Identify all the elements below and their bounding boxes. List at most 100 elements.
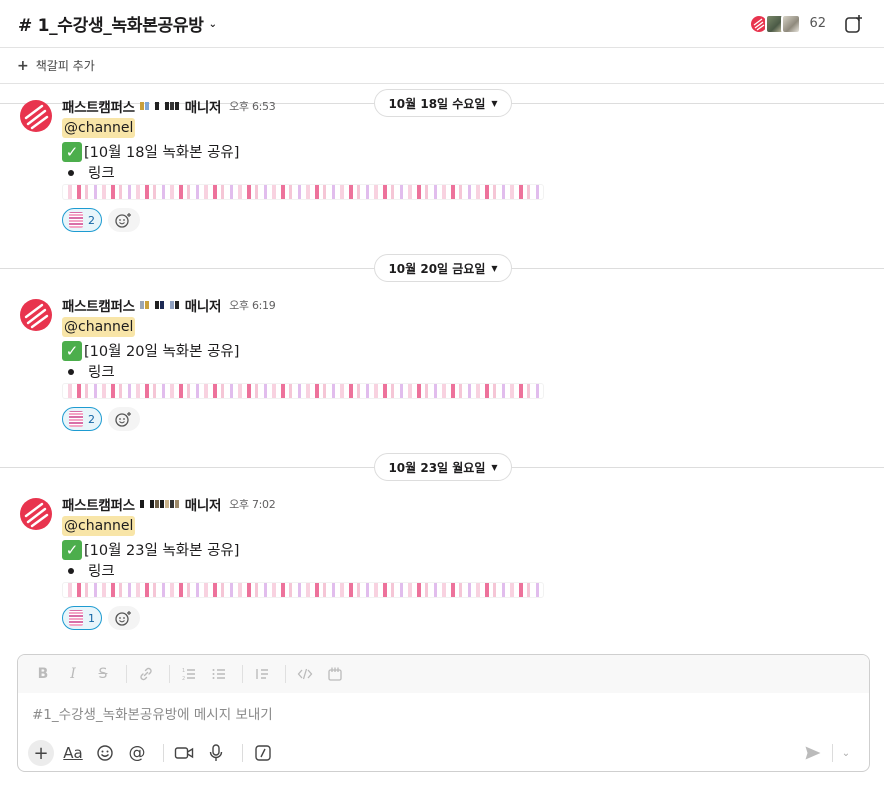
slash-command-icon[interactable] bbox=[250, 740, 276, 766]
sender-role: 매니저 bbox=[184, 498, 222, 514]
message-title: [10월 23일 녹화본 공유] bbox=[84, 543, 240, 559]
redacted-link[interactable] bbox=[62, 383, 544, 399]
member-count: 62 bbox=[809, 16, 826, 31]
bullet-dot bbox=[68, 368, 74, 375]
italic-icon[interactable]: I bbox=[60, 661, 86, 687]
new-canvas-icon bbox=[845, 14, 862, 33]
send-icon[interactable] bbox=[800, 740, 826, 766]
add-reaction-button[interactable] bbox=[108, 606, 140, 630]
check-mark-icon: ✓ bbox=[62, 539, 82, 560]
link-icon[interactable] bbox=[133, 661, 159, 687]
sender-role: 매니저 bbox=[184, 100, 222, 116]
sender-role: 매니저 bbox=[184, 299, 222, 315]
bulleted-list-icon[interactable] bbox=[206, 661, 232, 687]
avatar bbox=[781, 13, 802, 34]
toolbar-divider bbox=[242, 665, 243, 683]
message-input-placeholder: #1_수강생_녹화본공유방에 메시지 보내기 bbox=[32, 707, 273, 723]
toolbar-divider bbox=[126, 665, 127, 683]
date-label: 10월 20일 금요일 bbox=[388, 261, 486, 276]
blockquote-icon[interactable] bbox=[249, 661, 275, 687]
reaction-button[interactable]: 1 bbox=[62, 606, 102, 630]
toolbar-divider bbox=[169, 665, 170, 683]
video-icon[interactable] bbox=[171, 740, 197, 766]
redacted-name bbox=[139, 500, 180, 508]
add-reaction-button[interactable] bbox=[108, 208, 140, 232]
redacted-name bbox=[139, 102, 180, 110]
add-reaction-button[interactable] bbox=[108, 407, 140, 431]
date-jump-button[interactable]: 10월 23일 월요일 ▼ bbox=[374, 453, 512, 481]
channel-title: # 1_수강생_녹화본공유방 bbox=[18, 16, 204, 36]
reaction-count: 2 bbox=[88, 412, 95, 426]
svg-text:2: 2 bbox=[182, 676, 185, 682]
message-timestamp[interactable]: 오후 6:19 bbox=[229, 297, 276, 313]
add-emoji-icon bbox=[115, 412, 131, 427]
emoji-icon[interactable] bbox=[92, 740, 118, 766]
message-composer: B I S 12 #1_수강생_녹화본공유방에 메시지 보내기 + Aa @ ⌄ bbox=[17, 654, 870, 772]
plus-icon[interactable]: + bbox=[28, 740, 54, 766]
sender-avatar[interactable] bbox=[20, 299, 52, 331]
bullet-text: 링크 bbox=[88, 365, 115, 381]
sender-name[interactable]: 패스트캠퍼스 bbox=[62, 96, 135, 116]
sender-name[interactable]: 패스트캠퍼스 bbox=[62, 295, 135, 315]
message-title: [10월 20일 녹화본 공유] bbox=[84, 344, 240, 360]
message-input[interactable]: #1_수강생_녹화본공유방에 메시지 보내기 bbox=[18, 693, 869, 733]
toolbar-divider bbox=[832, 744, 833, 762]
mention-icon[interactable]: @ bbox=[124, 740, 150, 766]
date-jump-button[interactable]: 10월 20일 금요일 ▼ bbox=[374, 254, 512, 282]
toolbar-divider bbox=[242, 744, 243, 762]
redacted-name bbox=[139, 301, 180, 309]
composer-actions: + Aa @ ⌄ bbox=[18, 733, 869, 771]
custom-emoji-icon bbox=[69, 411, 83, 427]
channel-title-button[interactable]: # 1_수강생_녹화본공유방 ⌄ bbox=[18, 11, 217, 36]
reaction-count: 1 bbox=[88, 611, 95, 625]
sender-name[interactable]: 패스트캠퍼스 bbox=[62, 494, 135, 514]
reaction-button[interactable]: 2 bbox=[62, 407, 102, 431]
date-label: 10월 23일 월요일 bbox=[388, 460, 486, 475]
canvas-button[interactable] bbox=[842, 12, 866, 36]
reaction-count: 2 bbox=[88, 213, 95, 227]
chevron-down-icon: ▼ bbox=[491, 263, 498, 273]
microphone-icon[interactable] bbox=[203, 740, 229, 766]
member-avatars[interactable]: 62 bbox=[749, 13, 826, 34]
text-format-icon[interactable]: Aa bbox=[60, 740, 86, 766]
custom-emoji-icon bbox=[69, 212, 83, 228]
redacted-link[interactable] bbox=[62, 582, 544, 598]
code-block-icon[interactable] bbox=[322, 661, 348, 687]
channel-mention[interactable]: @channel bbox=[62, 516, 136, 536]
toolbar-divider bbox=[285, 665, 286, 683]
message-timestamp[interactable]: 오후 7:02 bbox=[229, 496, 276, 512]
channel-mention[interactable]: @channel bbox=[62, 317, 136, 337]
redacted-link[interactable] bbox=[62, 184, 544, 200]
formatting-toolbar: B I S 12 bbox=[18, 655, 869, 693]
schedule-send-chevron-icon[interactable]: ⌄ bbox=[839, 740, 853, 766]
chevron-down-icon: ▼ bbox=[491, 98, 498, 108]
message-timestamp[interactable]: 오후 6:53 bbox=[229, 98, 276, 114]
check-mark-icon: ✓ bbox=[62, 340, 82, 361]
reaction-button[interactable]: 2 bbox=[62, 208, 102, 232]
custom-emoji-icon bbox=[69, 610, 83, 626]
toolbar-divider bbox=[163, 744, 164, 762]
date-jump-button[interactable]: 10월 18일 수요일 ▼ bbox=[374, 89, 512, 117]
check-mark-icon: ✓ bbox=[62, 141, 82, 162]
plus-icon: + bbox=[17, 57, 29, 74]
code-icon[interactable] bbox=[292, 661, 318, 687]
strikethrough-icon[interactable]: S bbox=[90, 661, 116, 687]
channel-mention[interactable]: @channel bbox=[62, 118, 136, 138]
bullet-dot bbox=[68, 169, 74, 176]
bullet-text: 링크 bbox=[88, 166, 115, 182]
add-emoji-icon bbox=[115, 213, 131, 228]
bookmark-bar[interactable]: + 책갈피 추가 bbox=[0, 48, 884, 84]
chevron-down-icon: ⌄ bbox=[208, 19, 217, 30]
date-label: 10월 18일 수요일 bbox=[388, 96, 486, 111]
bullet-dot bbox=[68, 567, 74, 574]
sender-avatar[interactable] bbox=[20, 498, 52, 530]
bold-icon[interactable]: B bbox=[30, 661, 56, 687]
ordered-list-icon[interactable]: 12 bbox=[176, 661, 202, 687]
svg-text:1: 1 bbox=[182, 668, 185, 674]
add-bookmark-label: 책갈피 추가 bbox=[35, 59, 95, 73]
chevron-down-icon: ▼ bbox=[491, 462, 498, 472]
add-emoji-icon bbox=[115, 611, 131, 626]
sender-avatar[interactable] bbox=[20, 100, 52, 132]
channel-header: # 1_수강생_녹화본공유방 ⌄ 62 bbox=[0, 0, 884, 48]
message-title: [10월 18일 녹화본 공유] bbox=[84, 145, 240, 161]
